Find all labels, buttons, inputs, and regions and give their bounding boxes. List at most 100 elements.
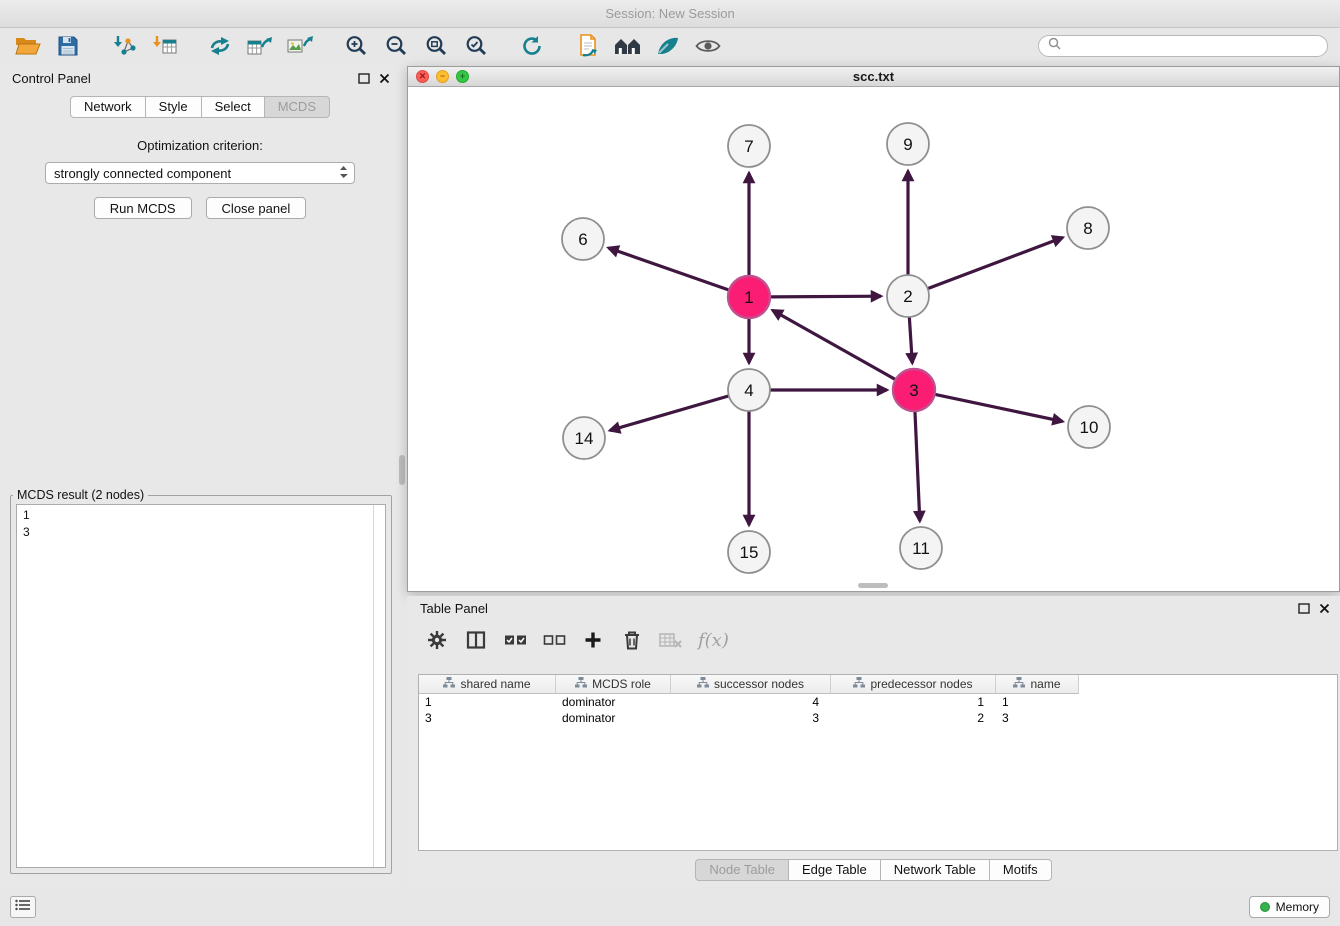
optimization-dropdown[interactable]: strongly connected component <box>45 162 355 184</box>
column-header-shared-name[interactable]: shared name <box>419 675 556 694</box>
search-box[interactable] <box>1038 35 1328 57</box>
sort-icon <box>853 677 865 691</box>
open-session-icon[interactable] <box>8 31 48 61</box>
save-session-icon[interactable] <box>48 31 88 61</box>
table-cell: 4 <box>671 694 831 710</box>
network-window-title: scc.txt <box>408 69 1339 84</box>
copy-document-icon[interactable] <box>568 31 608 61</box>
table-rows: 1dominator4113dominator323 <box>419 694 1337 726</box>
run-mcds-button[interactable]: Run MCDS <box>94 197 192 219</box>
graph-node-8[interactable]: 8 <box>1067 207 1109 249</box>
graph-node-11[interactable]: 11 <box>900 527 942 569</box>
svg-text:10: 10 <box>1080 418 1099 437</box>
column-header-name[interactable]: name <box>996 675 1079 694</box>
first-neighbors-icon[interactable] <box>608 31 648 61</box>
column-header-predecessor-nodes[interactable]: predecessor nodes <box>831 675 996 694</box>
search-input[interactable] <box>1067 39 1318 53</box>
graph-edge-4-14[interactable] <box>610 396 729 431</box>
graph-node-9[interactable]: 9 <box>887 123 929 165</box>
column-header-label: MCDS role <box>592 677 651 691</box>
graph-node-10[interactable]: 10 <box>1068 406 1110 448</box>
tab-edge-table[interactable]: Edge Table <box>788 859 881 881</box>
mcds-result-item: 1 <box>23 507 379 524</box>
graph-edge-2-3[interactable] <box>909 317 912 363</box>
svg-text:14: 14 <box>575 429 594 448</box>
export-table-icon[interactable] <box>240 31 280 61</box>
minimize-window-button[interactable]: − <box>436 70 449 83</box>
application-window: Session: New Session Control Panel Netwo… <box>0 0 1340 926</box>
node-table: shared name MCDS role successor nodes prede… <box>418 674 1338 851</box>
close-panel-icon[interactable] <box>379 73 390 84</box>
table-float-icon[interactable] <box>1298 603 1310 614</box>
table-close-icon[interactable] <box>1319 603 1330 614</box>
memory-label: Memory <box>1276 900 1319 914</box>
float-panel-icon[interactable] <box>358 73 370 84</box>
table-cell: 3 <box>996 710 1079 726</box>
table-panel-title: Table Panel <box>420 601 488 616</box>
graph-node-4[interactable]: 4 <box>728 369 770 411</box>
zoom-in-icon[interactable] <box>336 31 376 61</box>
graph-edge-3-11[interactable] <box>915 411 920 521</box>
show-hide-icon[interactable] <box>688 31 728 61</box>
task-list-icon <box>15 898 31 916</box>
graph-node-6[interactable]: 6 <box>562 218 604 260</box>
table-settings-icon[interactable] <box>425 627 449 653</box>
graph-node-2[interactable]: 2 <box>887 275 929 317</box>
memory-button[interactable]: Memory <box>1249 896 1330 918</box>
column-header-label: successor nodes <box>714 677 804 691</box>
panel-splitter-handle[interactable] <box>399 455 405 485</box>
tab-network[interactable]: Network <box>70 96 146 118</box>
graph-edge-2-8[interactable] <box>928 238 1063 289</box>
graph-edge-3-1[interactable] <box>773 310 896 379</box>
network-graph: 7 9 6 8 1 2 4 3 10 14 15 11 <box>408 87 1339 591</box>
graph-node-1[interactable]: 1 <box>728 276 770 318</box>
zoom-window-button[interactable]: + <box>456 70 469 83</box>
tab-select[interactable]: Select <box>201 96 265 118</box>
graph-edge-3-10[interactable] <box>935 394 1063 421</box>
svg-text:11: 11 <box>912 539 930 558</box>
tab-node-table[interactable]: Node Table <box>695 859 789 881</box>
delete-icon[interactable] <box>620 627 644 653</box>
graph-node-3[interactable]: 3 <box>893 369 935 411</box>
close-panel-button[interactable]: Close panel <box>206 197 307 219</box>
graph-edge-1-6[interactable] <box>608 248 729 290</box>
network-window-titlebar[interactable]: ✕ − + scc.txt <box>408 67 1339 87</box>
table-row[interactable]: 3dominator323 <box>419 710 1337 726</box>
tab-motifs[interactable]: Motifs <box>989 859 1052 881</box>
show-columns-icon[interactable] <box>464 627 488 653</box>
add-icon[interactable] <box>581 627 605 653</box>
tab-mcds[interactable]: MCDS <box>264 96 330 118</box>
mcds-result-item: 3 <box>23 524 379 541</box>
network-view-canvas[interactable]: 7 9 6 8 1 2 4 3 10 14 15 11 <box>408 87 1339 591</box>
table-row[interactable]: 1dominator411 <box>419 694 1337 710</box>
unselect-all-icon[interactable] <box>542 627 566 653</box>
zoom-selected-icon[interactable] <box>456 31 496 61</box>
column-header-mcds-role[interactable]: MCDS role <box>556 675 671 694</box>
optimization-criterion-label: Optimization criterion: <box>0 138 400 153</box>
svg-text:15: 15 <box>740 543 759 562</box>
tab-style[interactable]: Style <box>145 96 202 118</box>
import-table-from-file-icon[interactable] <box>144 31 184 61</box>
zoom-fit-icon[interactable] <box>416 31 456 61</box>
graph-node-7[interactable]: 7 <box>728 125 770 167</box>
import-network-icon[interactable] <box>200 31 240 61</box>
graph-node-15[interactable]: 15 <box>728 531 770 573</box>
close-window-button[interactable]: ✕ <box>416 70 429 83</box>
task-history-button[interactable] <box>10 896 36 918</box>
import-network-from-file-icon[interactable] <box>104 31 144 61</box>
apply-style-icon[interactable] <box>648 31 688 61</box>
result-scrollbar-track[interactable] <box>373 505 374 867</box>
graph-edge-1-2[interactable] <box>770 296 881 297</box>
mcds-result-list[interactable]: 13 <box>16 504 386 868</box>
tab-network-table[interactable]: Network Table <box>880 859 990 881</box>
mcds-buttons-row: Run MCDS Close panel <box>0 197 400 219</box>
refresh-icon[interactable] <box>512 31 552 61</box>
select-all-icon[interactable] <box>503 627 527 653</box>
zoom-out-icon[interactable] <box>376 31 416 61</box>
network-window: ✕ − + scc.txt 7 9 6 8 1 2 4 3 10 14 15 11 <box>407 66 1340 592</box>
svg-text:6: 6 <box>578 230 587 249</box>
graph-node-14[interactable]: 14 <box>563 417 605 459</box>
export-image-icon[interactable] <box>280 31 320 61</box>
horizontal-scrollbar-pill[interactable] <box>858 583 888 588</box>
column-header-successor-nodes[interactable]: successor nodes <box>671 675 831 694</box>
